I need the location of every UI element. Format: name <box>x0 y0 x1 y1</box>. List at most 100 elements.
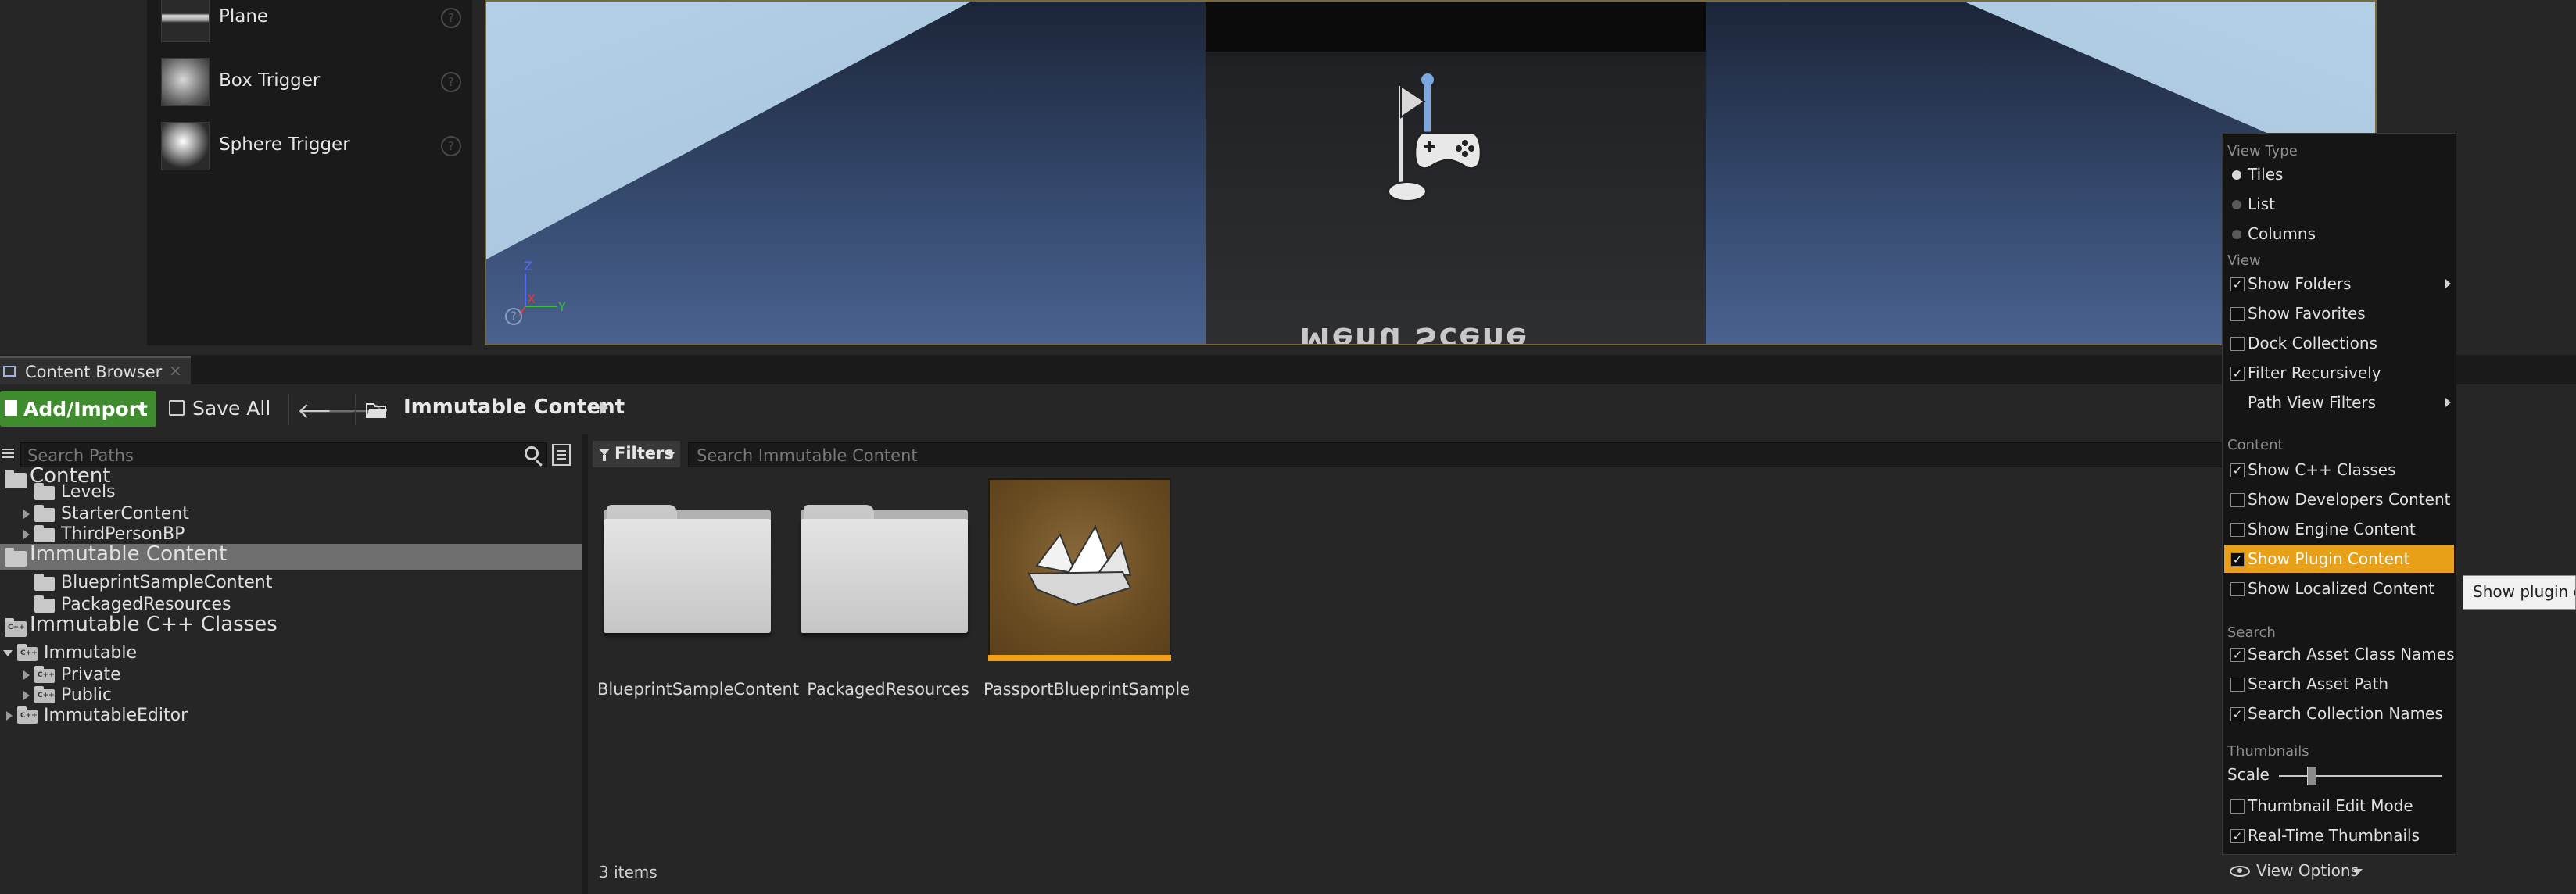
menu-item-thumbnail-edit-mode[interactable]: Thumbnail Edit Mode <box>2224 792 2454 820</box>
checkbox-icon[interactable] <box>2230 493 2245 507</box>
place-item-plane[interactable]: Plane ? <box>153 0 469 48</box>
blueprint-thumbnail <box>988 478 1171 658</box>
folder-open-icon <box>366 403 387 418</box>
folder-icon <box>34 505 55 522</box>
tree-item-blueprintsamplecontent[interactable]: BlueprintSampleContent <box>0 572 582 594</box>
checkbox-checked-icon[interactable]: ✓ <box>2230 648 2245 662</box>
filter-icon <box>599 449 610 461</box>
checkbox-checked-icon[interactable]: ✓ <box>2230 367 2245 381</box>
tree-item-immutable-c-classes[interactable]: Immutable C++ Classes <box>0 613 582 641</box>
view-options-button[interactable]: View Options <box>2230 860 2370 883</box>
close-icon[interactable]: × <box>169 361 182 380</box>
filters-button[interactable]: Filters <box>593 441 680 467</box>
menu-item-label: Show Folders <box>2248 274 2352 293</box>
place-item-box-trigger[interactable]: Box Trigger ? <box>153 55 469 113</box>
menu-item-show-favorites[interactable]: Show Favorites <box>2224 299 2454 327</box>
asset-tile-folder[interactable]: BlueprintSampleContent <box>597 478 800 705</box>
checkbox-icon[interactable] <box>2230 582 2245 596</box>
eye-icon <box>2230 866 2250 877</box>
menu-section-header: View <box>2227 252 2261 269</box>
checkbox-checked-icon[interactable]: ✓ <box>2230 277 2245 291</box>
checkbox-icon[interactable] <box>2230 523 2245 537</box>
checkbox-checked-icon[interactable]: ✓ <box>2230 707 2245 721</box>
menu-item-filter-recursively[interactable]: ✓ Filter Recursively <box>2224 359 2454 387</box>
expand-arrow-icon[interactable] <box>23 691 30 700</box>
tree-item-startercontent[interactable]: StarterContent <box>0 503 582 525</box>
menu-item-path-view-filters[interactable]: Path View Filters <box>2224 388 2454 417</box>
search-content-input[interactable] <box>689 443 2184 468</box>
menu-item-search-asset-class-names[interactable]: ✓ Search Asset Class Names <box>2224 640 2455 668</box>
checkbox-checked-icon[interactable]: ✓ <box>2230 463 2245 477</box>
help-icon[interactable]: ? <box>441 72 461 92</box>
folder-icon-front <box>604 519 771 633</box>
scale-slider-handle[interactable] <box>2307 767 2316 785</box>
expand-arrow-icon[interactable] <box>23 510 30 519</box>
menu-item-show-localized-content[interactable]: Show Localized Content <box>2224 574 2454 603</box>
checkbox-icon[interactable] <box>2230 337 2245 351</box>
checkbox-icon[interactable] <box>2230 678 2245 692</box>
tree-item-immutable[interactable]: Immutable <box>0 642 582 664</box>
menu-item-show-c-classes[interactable]: ✓ Show C++ Classes <box>2224 456 2454 484</box>
menu-item-show-plugin-content[interactable]: ✓ Show Plugin Content <box>2224 545 2454 573</box>
tree-item-levels[interactable]: Levels <box>0 481 582 503</box>
axis-x-label: X <box>527 291 536 306</box>
scale-slider-track[interactable] <box>2279 775 2442 777</box>
list-view-icon[interactable] <box>552 444 571 466</box>
menu-item-search-collection-names[interactable]: ✓ Search Collection Names <box>2224 699 2454 728</box>
chevron-down-icon <box>2353 869 2363 874</box>
tree-item-public[interactable]: Public <box>0 685 582 706</box>
expand-arrow-icon[interactable] <box>23 530 30 539</box>
place-item-sphere-trigger[interactable]: Sphere Trigger ? <box>153 119 469 177</box>
save-all-button[interactable]: Save All <box>167 394 285 425</box>
menu-item-label: Show C++ Classes <box>2248 460 2396 479</box>
menu-item-label: Show Developers Content <box>2248 490 2451 509</box>
menu-item-dock-collections[interactable]: Dock Collections <box>2224 329 2454 357</box>
tab-content-browser[interactable]: Content Browser × <box>0 356 191 384</box>
tree-item-private[interactable]: Private <box>0 664 582 686</box>
checkbox-icon[interactable] <box>2230 799 2245 814</box>
asset-label: BlueprintSampleContent <box>597 680 800 699</box>
radio-button-icon[interactable] <box>2232 230 2241 239</box>
menu-item-tiles[interactable]: Tiles <box>2224 160 2454 188</box>
menu-item-real-time-thumbnails[interactable]: ✓ Real-Time Thumbnails <box>2224 821 2454 849</box>
checkbox-icon[interactable] <box>2230 307 2245 321</box>
radio-button-icon[interactable] <box>2232 170 2241 180</box>
help-icon[interactable]: ? <box>441 136 461 156</box>
tree-item-label: StarterContent <box>61 504 189 524</box>
breadcrumb[interactable]: Immutable Content <box>403 395 625 419</box>
add-import-button[interactable]: Add/Import <box>0 391 156 427</box>
player-start-icon[interactable] <box>1370 70 1495 219</box>
breadcrumb-chevron-icon[interactable] <box>600 402 608 414</box>
menu-item-label: Path View Filters <box>2248 393 2377 412</box>
axis-z-label: Z <box>524 259 532 274</box>
cpp-folder-icon <box>34 686 55 703</box>
expand-arrow-icon[interactable] <box>23 670 30 680</box>
menu-item-show-engine-content[interactable]: Show Engine Content <box>2224 515 2454 543</box>
search-icon[interactable] <box>525 446 539 460</box>
tree-item-immutable-content[interactable]: Immutable Content <box>0 542 582 570</box>
new-file-icon <box>5 400 17 416</box>
tree-item-label: ThirdPersonBP <box>61 524 185 544</box>
menu-item-list[interactable]: List <box>2224 190 2454 218</box>
menu-item-search-asset-path[interactable]: Search Asset Path <box>2224 670 2454 698</box>
viewport-help-icon[interactable]: ? <box>505 308 522 325</box>
help-icon[interactable]: ? <box>441 8 461 28</box>
level-viewport[interactable]: Menu Scene Z X Y ? <box>485 0 2377 345</box>
search-content-field[interactable] <box>688 442 2275 468</box>
menu-item-show-developers-content[interactable]: Show Developers Content <box>2224 485 2454 513</box>
checkbox-checked-icon[interactable]: ✓ <box>2230 829 2245 843</box>
tree-item-immutableeditor[interactable]: ImmutableEditor <box>0 705 582 727</box>
plane-thumbnail-icon <box>161 0 210 42</box>
add-import-label: Add/Import <box>23 398 148 420</box>
expand-arrow-icon[interactable] <box>6 711 13 721</box>
menu-item-show-folders[interactable]: ✓ Show Folders <box>2224 270 2454 298</box>
checkbox-checked-icon[interactable]: ✓ <box>2230 552 2245 567</box>
radio-button-icon[interactable] <box>2232 200 2241 209</box>
asset-tile-folder[interactable]: PackagedResources <box>794 478 982 705</box>
panel-splitter[interactable] <box>582 434 588 894</box>
menu-item-columns[interactable]: Columns <box>2224 220 2454 248</box>
hamburger-menu-icon[interactable] <box>2 447 14 460</box>
collapse-arrow-icon[interactable] <box>3 650 13 656</box>
cpp-folder-icon <box>34 666 55 683</box>
asset-tile-blueprint[interactable]: PassportBlueprintSample <box>982 478 1190 705</box>
